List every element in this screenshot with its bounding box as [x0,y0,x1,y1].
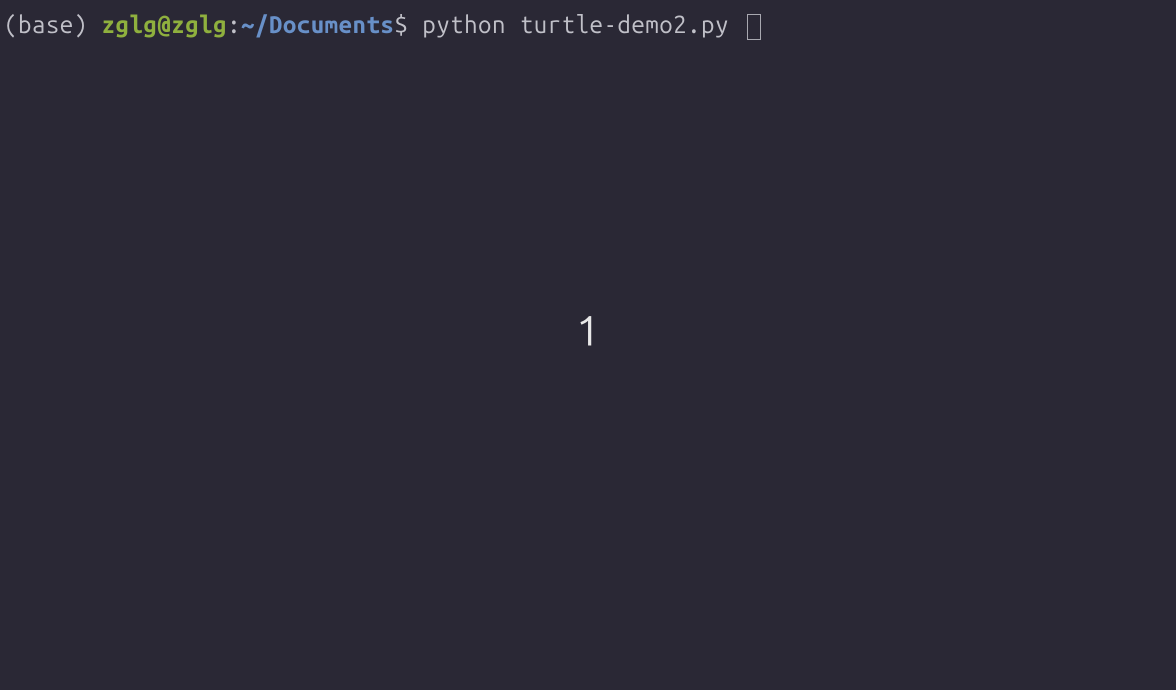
output-number: 1 [576,302,600,361]
user-host: zglg@zglg [102,11,227,38]
working-directory: ~/Documents [241,11,394,38]
command-text: python turtle-demo2.py [422,11,743,38]
terminal-window[interactable]: (base) zglg@zglg:~/Documents$ python tur… [0,0,1176,690]
conda-env: (base) [4,11,102,38]
cursor-icon [747,14,761,40]
prompt-colon: : [227,11,241,38]
prompt-dollar: $ [394,11,422,38]
prompt-line: (base) zglg@zglg:~/Documents$ python tur… [4,8,1172,42]
